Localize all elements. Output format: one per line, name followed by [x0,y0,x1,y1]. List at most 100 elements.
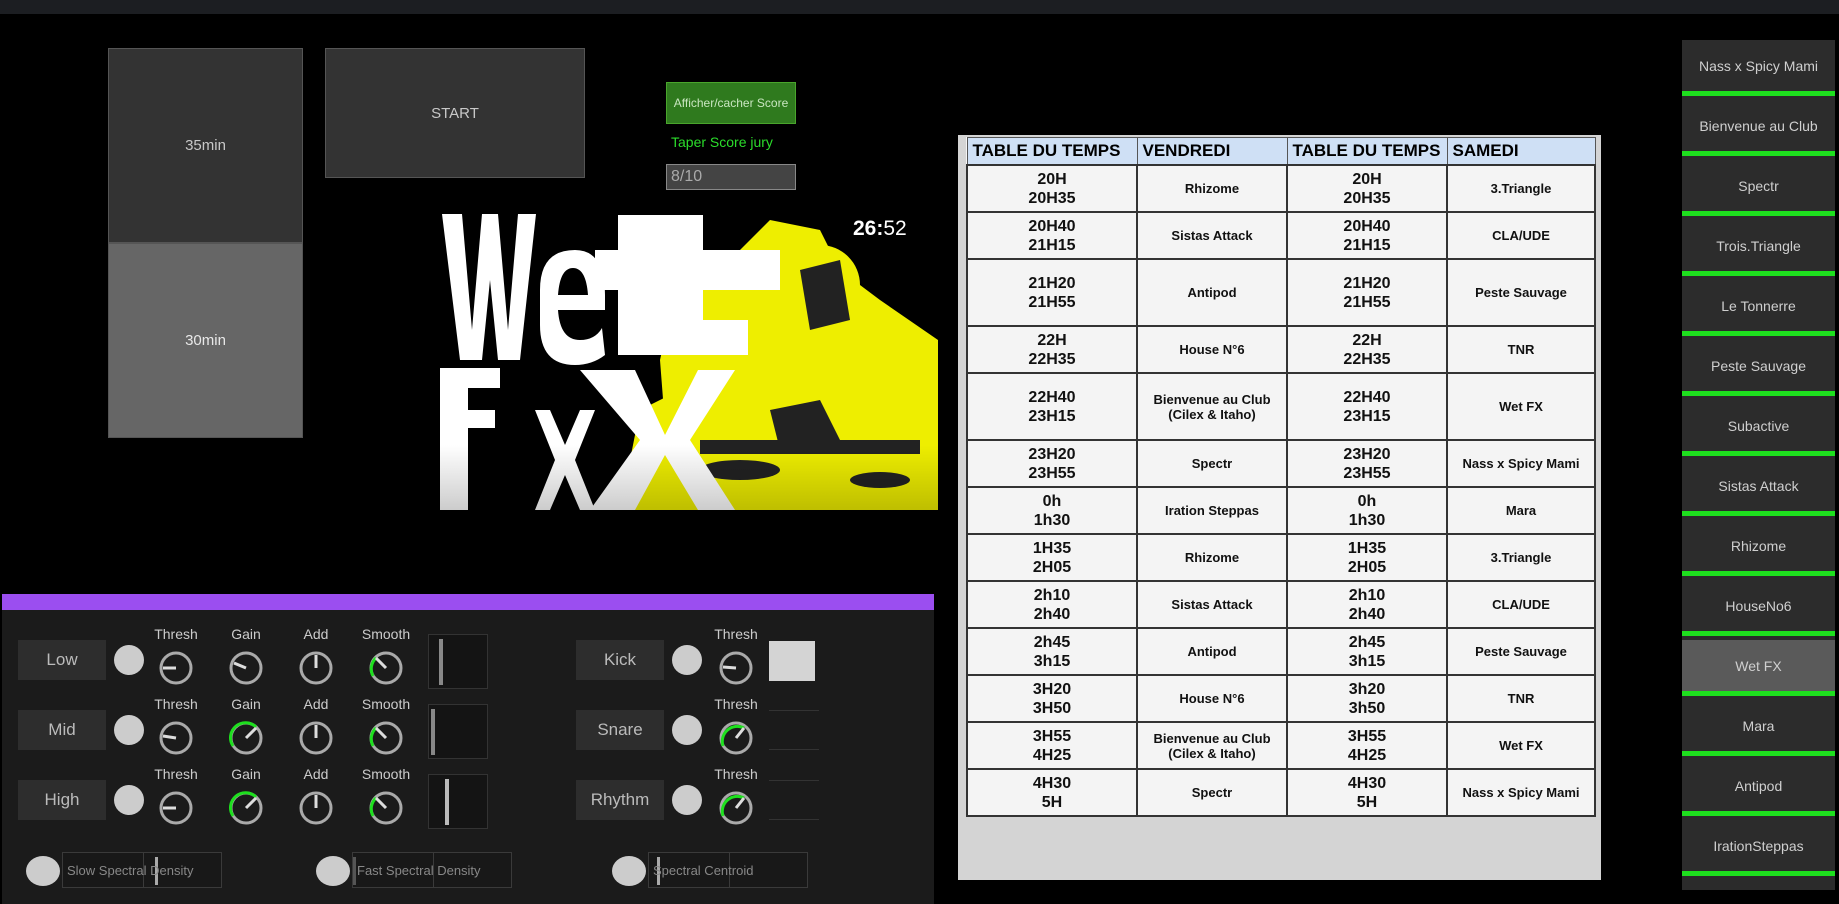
fast-density-toggle[interactable] [316,856,350,886]
friday-act-cell-text: Bienvenue au Club [1153,391,1271,407]
playlist-item[interactable]: Antipod [1682,760,1835,816]
mid-gain-label: Gain [231,696,261,712]
friday-time-cell-text: 20H [1037,170,1067,188]
saturday-time-cell-text: 2h40 [1348,605,1386,623]
detector-kick-toggle[interactable] [672,645,702,675]
low-gain-label: Gain [231,626,261,642]
saturday-time-cell-text: 21H15 [1343,236,1391,254]
saturday-act-cell: Nass x Spicy Mami [1446,768,1596,817]
friday-time-cell-text: 20H40 [1028,217,1076,235]
saturday-act-cell-text: Nass x Spicy Mami [1462,785,1580,800]
saturday-act-cell-text: 3.Triangle [1490,550,1552,565]
jury-score-input[interactable] [666,164,796,190]
high-gain-knob[interactable] [228,790,264,826]
friday-act-cell: Spectr [1136,768,1288,817]
saturday-time-cell: 22H40 23H15 [1286,372,1448,441]
video-preview [440,210,938,510]
band-high-button[interactable]: High [18,780,106,820]
saturday-time-cell: 21H20 21H55 [1286,258,1448,327]
low-smooth-knob[interactable] [368,650,404,686]
detector-rhythm-button[interactable]: Rhythm [576,780,664,820]
slow-density-slider[interactable]: Slow Spectral Density [62,852,222,888]
friday-act-cell: Bienvenue au Club (Cilex & Itaho) [1136,721,1288,770]
snare-indicator [769,710,819,750]
playlist-item[interactable]: Sistas Attack [1682,460,1835,516]
playlist-item[interactable]: Rhizome [1682,520,1835,576]
high-add-knob[interactable] [298,790,334,826]
band-mid-toggle[interactable] [114,715,144,745]
playlist-item[interactable]: HouseNo6 [1682,580,1835,636]
band-mid-button[interactable]: Mid [18,710,106,750]
friday-time-cell: 23H20 23H55 [966,439,1138,488]
schedule-row: 22H40 23H15 Bienvenue au Club (Cilex & Itah… [966,372,1596,441]
playlist-item[interactable]: Spectr [1682,160,1835,216]
friday-time-cell-text: 21H15 [1028,236,1076,254]
saturday-time-cell-text: 22H [1352,331,1382,349]
duration-30min-button[interactable]: 30min [108,243,303,438]
schedule-row: 1H35 2H05 Rhizome 1H35 2H05 3.Triangle [966,533,1596,582]
detector-snare-button[interactable]: Snare [576,710,664,750]
saturday-act-cell: Wet FX [1446,721,1596,770]
mid-smooth-knob[interactable] [368,720,404,756]
start-button[interactable]: START [325,48,585,178]
snare-thresh-knob[interactable] [718,720,754,756]
band-low-button[interactable]: Low [18,640,106,680]
duration-35min-button[interactable]: 35min [108,48,303,243]
saturday-time-cell-text: 20H35 [1343,189,1391,207]
mid-thresh-knob[interactable] [158,720,194,756]
playlist-item[interactable]: Peste Sauvage [1682,340,1835,396]
playlist-item[interactable]: Wet FX [1682,640,1835,696]
friday-time-cell-text: 21H20 [1028,274,1076,292]
rhythm-thresh-knob[interactable] [718,790,754,826]
saturday-act-cell: CLA/UDE [1446,211,1596,260]
friday-time-cell-text: 4H25 [1032,746,1072,764]
high-thresh-knob[interactable] [158,790,194,826]
mid-add-knob[interactable] [298,720,334,756]
playlist-item[interactable]: Le Tonnerre [1682,280,1835,336]
saturday-act-cell-text: Wet FX [1499,738,1543,753]
friday-act-cell-text: Spectr [1191,785,1233,800]
saturday-act-cell-text: Mara [1505,503,1537,518]
slow-density-toggle[interactable] [26,856,60,886]
playlist-item[interactable]: IrationSteppas [1682,820,1835,876]
friday-act-cell-text: Antipod [1187,644,1237,659]
low-gain-knob[interactable] [228,650,264,686]
playlist-item[interactable]: Subactive [1682,400,1835,456]
saturday-time-cell: 0h 1h30 [1286,486,1448,535]
detector-kick-button[interactable]: Kick [576,640,664,680]
friday-act-cell: Iration Steppas [1136,486,1288,535]
mid-gain-knob[interactable] [228,720,264,756]
friday-act-cell-text: Rhizome [1184,181,1240,196]
toggle-score-button[interactable]: Afficher/cacher Score [666,82,796,124]
low-thresh-label: Thresh [154,626,198,642]
friday-time-cell: 1H35 2H05 [966,533,1138,582]
friday-time-cell: 22H 22H35 [966,325,1138,374]
playlist-item[interactable]: Mara [1682,700,1835,756]
centroid-slider[interactable]: Spectral Centroid [648,852,808,888]
friday-time-cell-text: 22H [1037,331,1067,349]
band-low-toggle[interactable] [114,645,144,675]
saturday-time-cell: 20H40 21H15 [1286,211,1448,260]
low-thresh-knob[interactable] [158,650,194,686]
playlist-item[interactable]: Trois.Triangle [1682,220,1835,276]
friday-act-cell: Sistas Attack [1136,580,1288,629]
low-add-label: Add [303,626,329,642]
high-smooth-knob[interactable] [368,790,404,826]
playlist-item[interactable]: Bienvenue au Club [1682,100,1835,156]
slow-density-label: Slow Spectral Density [67,863,194,878]
saturday-time-cell-text: 21H55 [1343,293,1391,311]
saturday-act-cell-text: CLA/UDE [1492,597,1550,612]
low-add-knob[interactable] [298,650,334,686]
playlist-item[interactable]: Nass x Spicy Mami [1682,40,1835,96]
detector-rhythm-toggle[interactable] [672,785,702,815]
centroid-toggle[interactable] [612,856,646,886]
jury-score-label: Taper Score jury [671,134,773,150]
snare-thresh-label: Thresh [714,696,758,712]
band-high-toggle[interactable] [114,785,144,815]
friday-time-cell: 22H40 23H15 [966,372,1138,441]
fast-density-slider[interactable]: Fast Spectral Density [352,852,512,888]
saturday-time-cell: 1H35 2H05 [1286,533,1448,582]
detector-snare-toggle[interactable] [672,715,702,745]
kick-thresh-knob[interactable] [718,650,754,686]
saturday-time-cell: 2h45 3h15 [1286,627,1448,676]
